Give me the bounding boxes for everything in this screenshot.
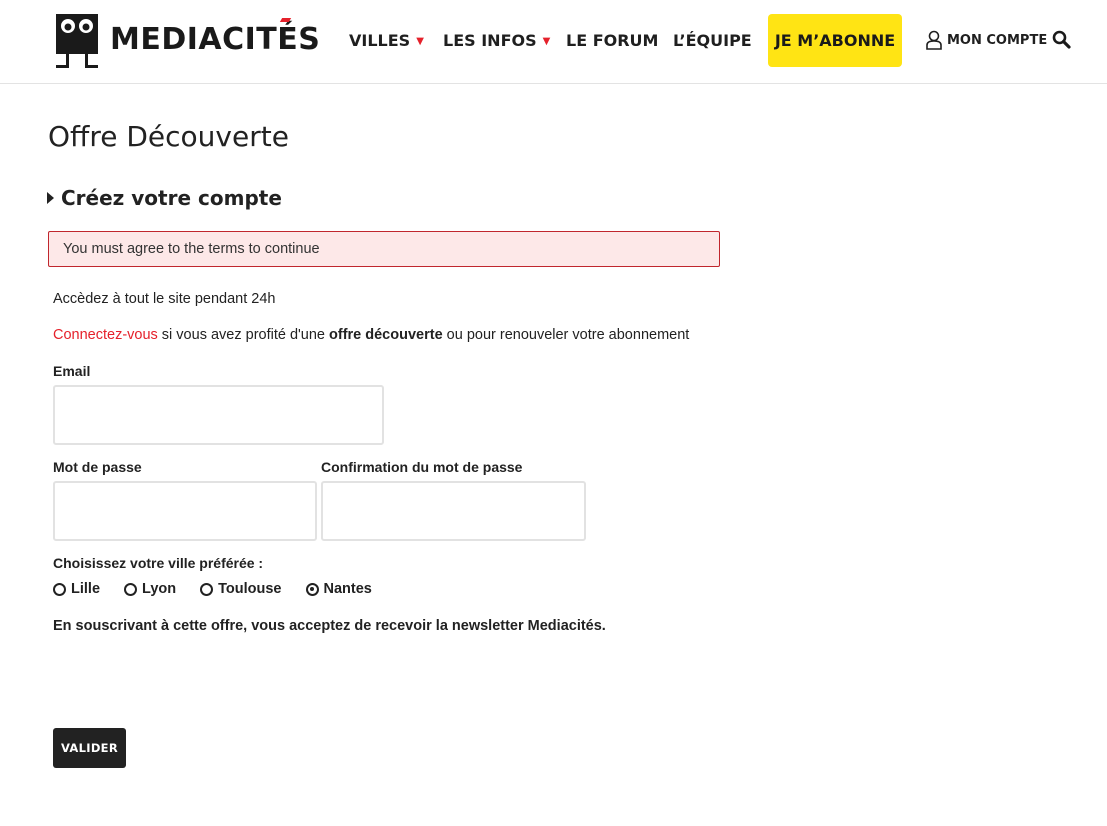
radio-unchecked-icon [124,582,138,596]
nav-le-forum[interactable]: LE FORUM [566,31,658,50]
section-title-label: Créez votre compte [61,186,282,210]
account-link-label: MON COMPTE [947,32,1048,48]
city-radio-label: Lille [71,581,101,597]
password-label: Mot de passe [53,459,142,475]
chevron-down-icon: ▼ [416,36,424,47]
user-icon [926,30,942,50]
submit-button[interactable]: VALIDER [53,728,126,768]
connect-line: Connectez-vous si vous avez profité d'un… [53,327,689,343]
subscribe-button[interactable]: JE M’ABONNE [768,14,902,67]
site-header: MEDIACIT ÉS VILLES ▼ LES INFOS ▼ LE FORUM L… [0,0,1107,84]
account-link[interactable]: MON COMPTE [925,30,1047,50]
subscribe-button-label: JE M’ABONNE [774,31,896,50]
search-icon [1052,30,1071,49]
city-choice-label: Choisissez votre ville préférée : [53,555,264,571]
password-field[interactable] [53,481,317,541]
mascot-logo-icon [54,12,100,70]
city-radio-label: Lyon [142,581,177,597]
radio-checked-icon [305,582,319,596]
nav-l-equipe-label: L’ÉQUIPE [673,31,752,50]
city-radio-label: Toulouse [218,581,282,597]
connect-text-after: ou pour renouveler votre abonnement [442,327,690,343]
email-label: Email [53,363,91,379]
logo-text-prefix: MEDIACIT [110,21,278,57]
chevron-down-icon: ▼ [542,36,551,47]
city-radio-lyon[interactable]: Lyon [124,581,176,597]
nav-les-infos[interactable]: LES INFOS ▼ [443,31,550,50]
city-radio-label: Nantes [323,581,372,597]
logo-text-suffix: S [298,21,321,57]
connect-link[interactable]: Connectez-vous [53,327,158,343]
radio-unchecked-icon [200,582,214,596]
city-radio-nantes[interactable]: Nantes [305,581,372,597]
connect-text-before: si vous avez profité d'une [157,327,330,343]
search-button[interactable] [1052,30,1072,50]
city-radio-group: Lille Lyon Toulouse Nantes [53,581,396,597]
password-confirm-field[interactable] [321,481,586,541]
logo-wordmark: MEDIACIT ÉS [110,17,321,57]
offer-lead-text: Accèdez à tout le site pendant 24h [53,291,276,307]
logo-text-accent-letter: É [277,21,299,57]
password-confirm-label: Confirmation du mot de passe [321,459,523,475]
city-radio-toulouse[interactable]: Toulouse [200,581,282,597]
city-radio-lille[interactable]: Lille [53,581,100,597]
logo-text-accent: É [277,17,299,57]
error-alert: You must agree to the terms to continue [48,231,720,267]
radio-unchecked-icon [53,582,66,596]
caret-right-icon [47,192,54,204]
connect-text-bold: offre découverte [329,327,443,343]
error-alert-message: You must agree to the terms to continue [63,241,320,257]
nav-villes-label: VILLES [349,31,411,50]
nav-l-equipe[interactable]: L’ÉQUIPE [673,31,752,50]
submit-button-label: VALIDER [61,741,118,755]
email-field[interactable] [53,385,384,445]
section-toggle-create-account[interactable]: Créez votre compte [47,186,282,210]
nav-les-infos-label: LES INFOS [443,31,537,50]
nav-le-forum-label: LE FORUM [566,31,659,50]
page-title: Offre Découverte [48,120,289,153]
nav-villes[interactable]: VILLES ▼ [349,31,424,50]
newsletter-note: En souscrivant à cette offre, vous accep… [53,618,606,634]
site-logo[interactable]: MEDIACIT ÉS [54,12,320,70]
